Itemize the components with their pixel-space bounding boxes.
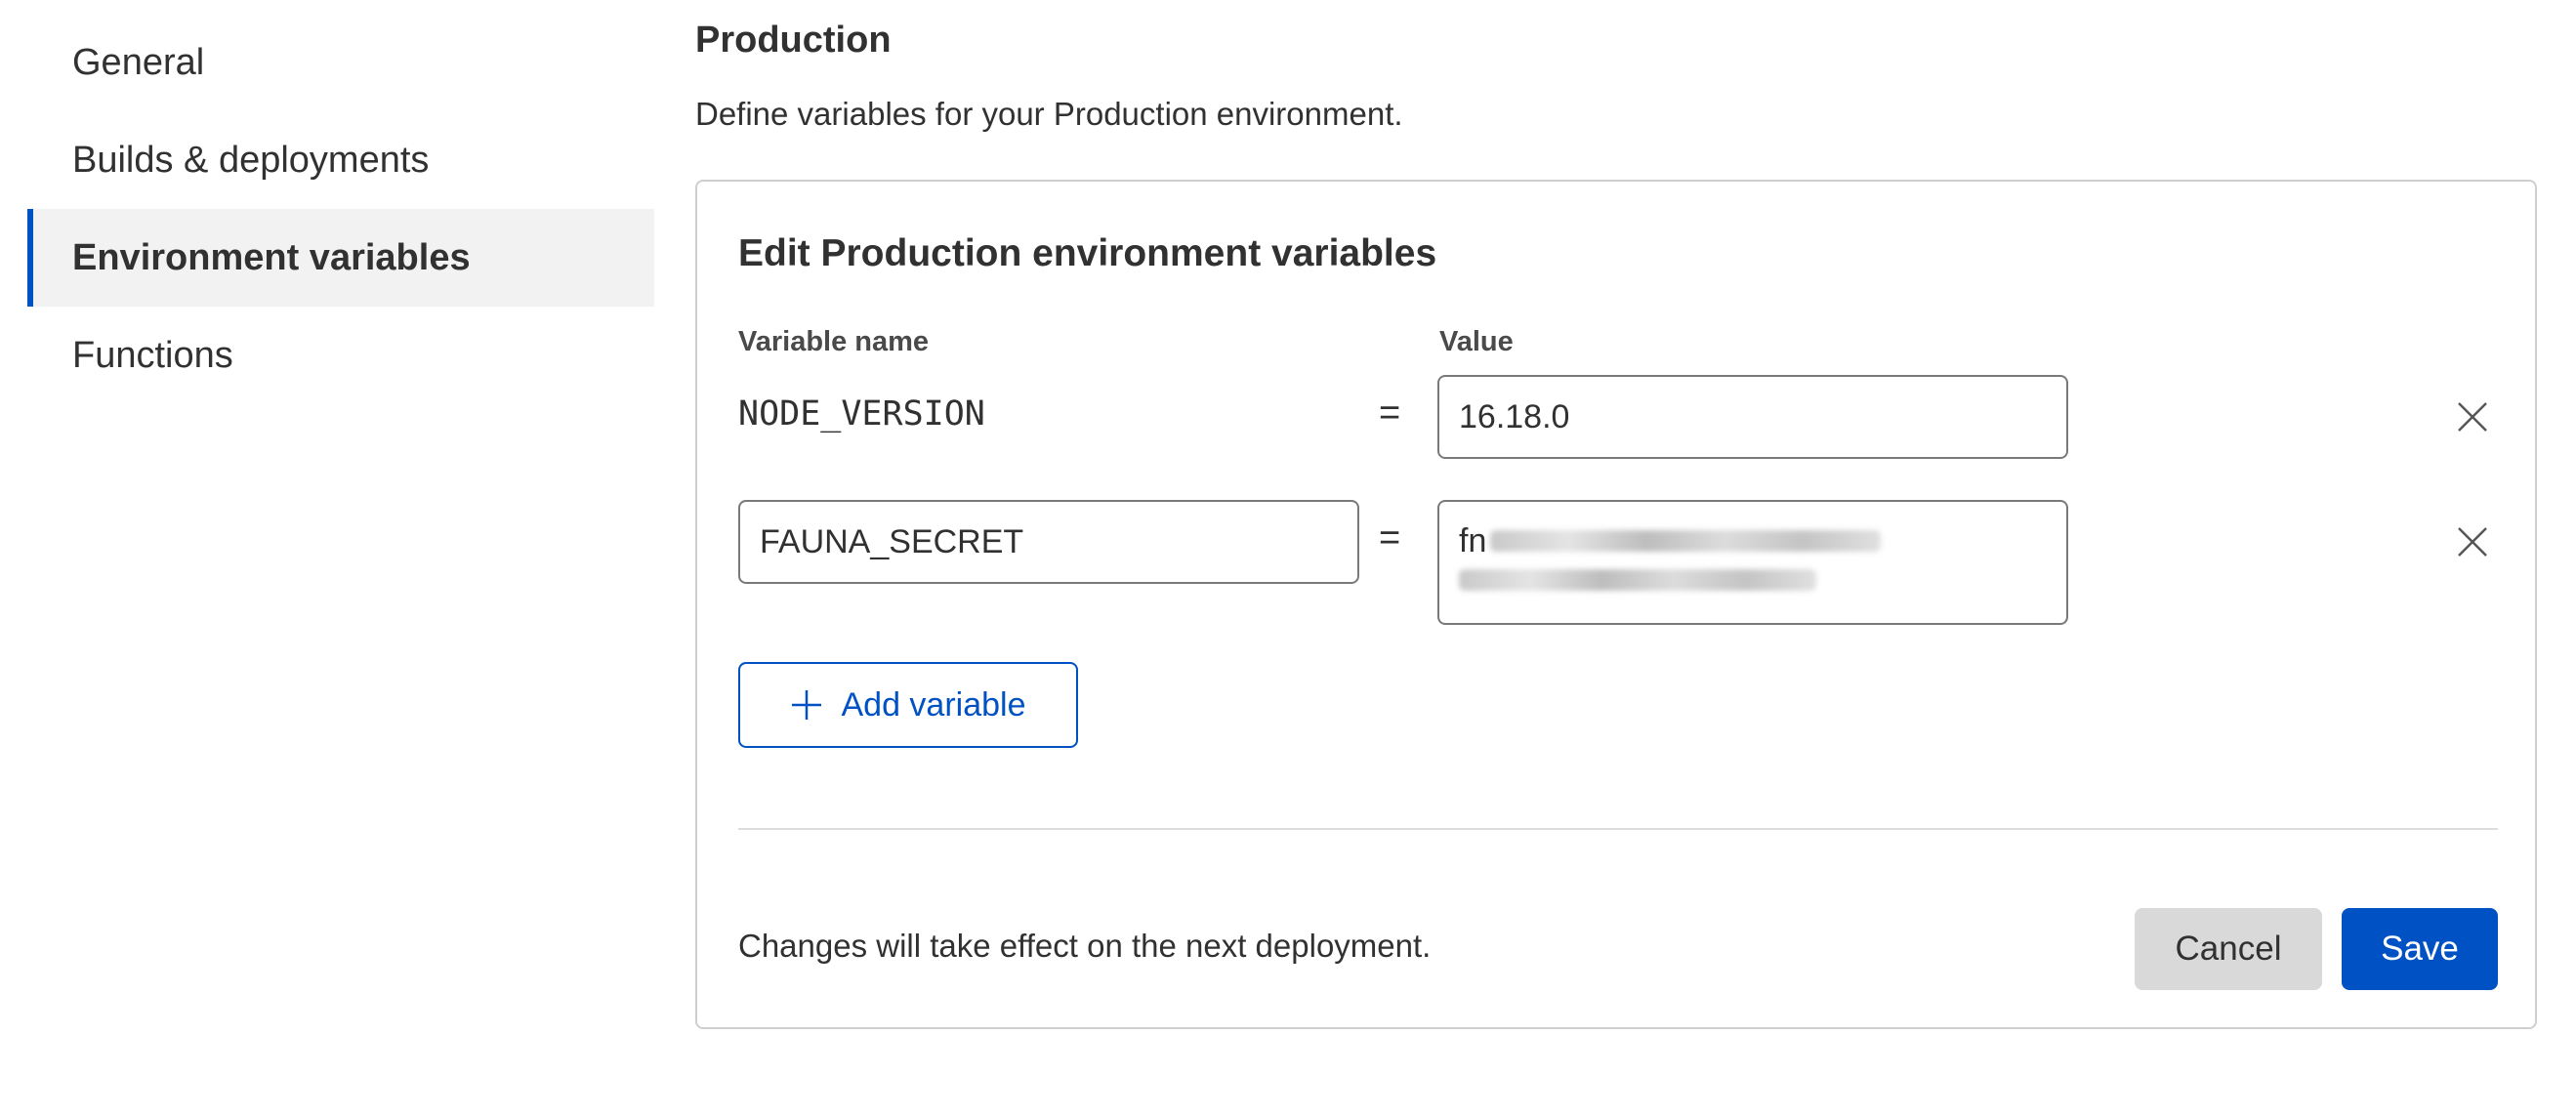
secret-value-line	[1459, 560, 1816, 600]
add-variable-label: Add variable	[841, 685, 1026, 724]
value-column-label: Value	[1439, 326, 1514, 357]
equals-sign: =	[1379, 393, 1401, 434]
env-variables-editor-card: Edit Production environment variables Va…	[695, 180, 2537, 1029]
variable-name-column-label: Variable name	[738, 326, 930, 357]
close-icon	[2458, 527, 2487, 557]
secret-value-line: fn	[1459, 521, 1882, 560]
equals-sign: =	[1379, 517, 1401, 558]
remove-variable-button[interactable]	[2453, 397, 2492, 436]
cancel-button[interactable]: Cancel	[2135, 908, 2322, 990]
variable-name-input[interactable]: FAUNA_SECRET	[738, 500, 1359, 584]
deployment-note: Changes will take effect on the next dep…	[738, 928, 1432, 964]
sidebar-item-label: General	[72, 41, 205, 83]
sidebar-item-environment-variables[interactable]: Environment variables	[27, 209, 654, 307]
remove-variable-button[interactable]	[2453, 522, 2492, 561]
section-description: Define variables for your Production env…	[695, 96, 1403, 132]
divider	[738, 828, 2498, 830]
editor-title: Edit Production environment variables	[738, 232, 1437, 274]
sidebar-item-label: Builds & deployments	[72, 139, 430, 181]
variable-value-input[interactable]: 16.18.0	[1437, 375, 2068, 459]
save-button[interactable]: Save	[2342, 908, 2498, 990]
settings-sidebar: General Builds & deployments Environment…	[27, 14, 654, 404]
plus-icon	[792, 690, 822, 720]
add-variable-button[interactable]: Add variable	[738, 662, 1078, 748]
sidebar-item-builds-deployments[interactable]: Builds & deployments	[27, 111, 654, 209]
sidebar-item-functions[interactable]: Functions	[27, 307, 654, 404]
close-icon	[2458, 402, 2487, 432]
secret-value-prefix: fn	[1459, 521, 1487, 559]
redacted-value	[1490, 530, 1882, 552]
secret-value-input[interactable]: fn	[1437, 500, 2068, 625]
sidebar-item-label: Functions	[72, 334, 233, 376]
settings-page: General Builds & deployments Environment…	[0, 0, 2576, 1117]
sidebar-item-general[interactable]: General	[27, 14, 654, 111]
variable-name-text: FAUNA_SECRET	[760, 522, 1024, 560]
variable-name-node-version: NODE_VERSION	[738, 394, 985, 434]
redacted-value	[1459, 569, 1816, 591]
sidebar-item-label: Environment variables	[72, 236, 471, 278]
section-title: Production	[695, 20, 892, 61]
variable-value-text: 16.18.0	[1459, 397, 1570, 435]
